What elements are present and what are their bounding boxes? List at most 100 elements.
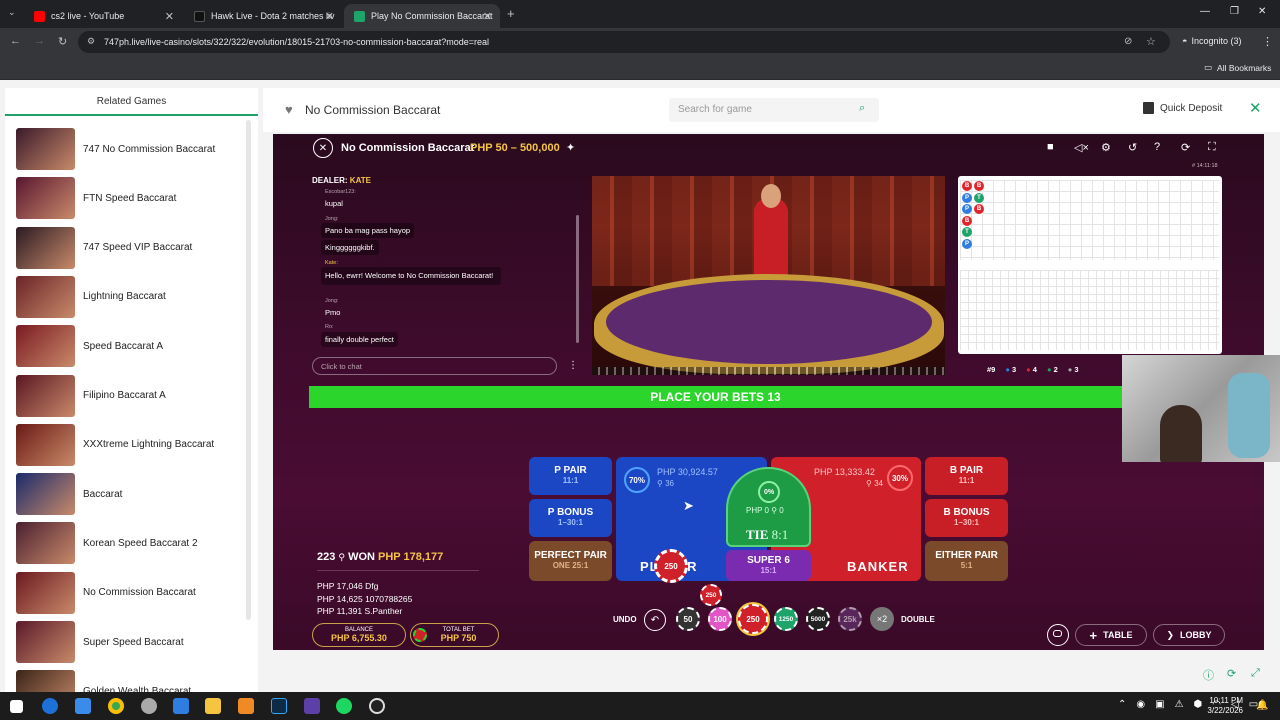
history-icon[interactable]: ↺ — [1128, 141, 1137, 154]
edge-icon[interactable] — [42, 698, 58, 714]
close-game-icon[interactable]: ✕ — [1249, 99, 1262, 117]
chat-toggle-button[interactable] — [1047, 624, 1069, 646]
new-tab-icon[interactable]: + — [507, 6, 515, 21]
refresh-icon[interactable]: ⟳ — [1181, 141, 1190, 154]
chat-menu-icon[interactable]: ⋮ — [568, 360, 578, 371]
bet-odds: 1–30:1 — [954, 518, 979, 527]
tray-app-icon-3[interactable]: ⚠ — [1175, 699, 1184, 710]
lobby-button[interactable]: ❯ LOBBY — [1153, 624, 1225, 646]
related-game-item[interactable]: XXXtreme Lightning Baccarat — [16, 423, 242, 466]
scoreboard[interactable] — [958, 176, 1222, 354]
video-icon[interactable]: ■ — [1047, 141, 1054, 153]
tie-bet[interactable]: 0% PHP 0 ⚲ 0 TIE 8:1 — [726, 467, 811, 547]
file-explorer-icon[interactable] — [205, 698, 221, 714]
app-icon[interactable] — [141, 698, 157, 714]
chat-username: Kate: — [325, 260, 338, 266]
address-bar[interactable]: ⚙ 747ph.live/live-casino/slots/322/322/e… — [78, 31, 1170, 53]
bookmark-star-icon[interactable]: ☆ — [1146, 35, 1156, 48]
close-tab-icon[interactable]: ✕ — [325, 10, 334, 23]
close-tab-icon[interactable]: ✕ — [165, 10, 174, 23]
double-button[interactable]: ×2 — [870, 607, 894, 631]
chat-input[interactable]: Click to chat — [312, 357, 557, 375]
chrome-icon[interactable] — [108, 698, 124, 714]
undo-button[interactable]: ↶ — [644, 609, 666, 631]
notification-bell-icon[interactable]: 🔔 — [1256, 700, 1268, 711]
close-player-icon[interactable]: ✕ — [313, 138, 333, 158]
super-6-bet[interactable]: SUPER 6 15:1 — [726, 550, 811, 581]
mute-icon[interactable]: ◁× — [1074, 141, 1089, 154]
game-thumbnail — [16, 374, 75, 417]
tray-app-icon-2[interactable]: ▣ — [1155, 699, 1164, 710]
stat-banker: ● 4 — [1026, 365, 1037, 374]
info-icon[interactable]: ⓘ — [1203, 667, 1214, 683]
app-icon-2[interactable] — [304, 698, 320, 714]
tab-baccarat[interactable]: Play No Commission Baccarat ✕ — [344, 4, 500, 28]
menu-icon[interactable]: ⋮ — [1262, 35, 1273, 48]
chat-scrollbar[interactable] — [576, 215, 579, 343]
minimize-icon[interactable]: — — [1200, 6, 1210, 17]
related-game-item[interactable]: Baccarat — [16, 473, 242, 516]
tray-chevron-icon[interactable]: ⌃ — [1118, 699, 1126, 710]
tab-youtube[interactable]: cs2 live - YouTube ✕ — [24, 4, 182, 28]
tab-hawk-live[interactable]: Hawk Live - Dota 2 matches liv ✕ — [184, 4, 342, 28]
p-pair-bet[interactable]: P PAIR 11:1 — [529, 457, 612, 495]
incognito-indicator[interactable]: ◓ Incognito (3) — [1182, 36, 1241, 46]
p-bonus-bet[interactable]: P BONUS 1–30:1 — [529, 499, 612, 537]
related-game-item[interactable]: Lightning Baccarat — [16, 275, 242, 318]
close-tab-icon[interactable]: ✕ — [483, 10, 492, 23]
fullscreen-icon[interactable]: ⛶ — [1208, 141, 1216, 154]
favorite-heart-icon[interactable]: ♥ — [285, 102, 293, 117]
related-game-item[interactable]: No Commission Baccarat — [16, 571, 242, 614]
perfect-pair-bet[interactable]: PERFECT PAIR ONE 25:1 — [529, 541, 612, 581]
search-box[interactable]: Search for game ⌕ — [669, 98, 879, 122]
related-game-item[interactable]: 747 No Commission Baccarat — [16, 128, 242, 170]
forward-icon[interactable]: → — [34, 35, 45, 47]
tab-search-icon[interactable]: ⌄ — [8, 7, 16, 18]
related-game-item[interactable]: Filipino Baccarat A — [16, 374, 242, 417]
reload-icon[interactable]: ↻ — [58, 35, 67, 48]
chip-25k[interactable]: 25k — [838, 607, 862, 631]
sublime-icon[interactable] — [238, 698, 254, 714]
related-game-item[interactable]: Super Speed Baccarat — [16, 621, 242, 663]
close-window-icon[interactable]: ✕ — [1258, 6, 1266, 17]
eye-off-icon[interactable]: ⊘ — [1124, 36, 1132, 47]
related-game-item[interactable]: 747 Speed VIP Baccarat — [16, 226, 242, 269]
obs-icon[interactable] — [369, 698, 385, 714]
pin-icon[interactable]: ✦ — [566, 141, 575, 154]
winner-name: Dfg — [365, 581, 379, 591]
settings-gear-icon[interactable]: ⚙ — [1101, 141, 1111, 154]
all-bookmarks[interactable]: ▭ All Bookmarks — [1204, 62, 1271, 73]
chip-250-selected[interactable]: 250 — [738, 604, 768, 634]
chip-100[interactable]: 100 — [708, 607, 732, 631]
quick-deposit-button[interactable]: Quick Deposit — [1143, 102, 1222, 114]
help-icon[interactable]: ? — [1154, 141, 1160, 153]
chip-1250[interactable]: 1250 — [774, 607, 798, 631]
expand-icon[interactable]: ⤢ — [1251, 667, 1260, 680]
search-icon[interactable]: ⌕ — [859, 102, 865, 115]
spotify-icon[interactable] — [336, 698, 352, 714]
back-icon[interactable]: ← — [10, 35, 21, 47]
either-pair-bet[interactable]: EITHER PAIR 5:1 — [925, 541, 1008, 581]
copilot-icon[interactable] — [75, 698, 91, 714]
related-game-item[interactable]: Korean Speed Baccarat 2 — [16, 522, 242, 565]
windows-start-icon[interactable] — [10, 700, 23, 713]
sidebar-scrollbar[interactable] — [246, 120, 251, 620]
taskbar-clock[interactable]: 10:11 PM 3/22/2026 — [1203, 696, 1243, 716]
chip-50[interactable]: 50 — [676, 607, 700, 631]
search-input[interactable]: Search for game — [678, 104, 752, 115]
tray-app-icon[interactable]: ◉ — [1136, 699, 1145, 710]
quick-deposit-label: Quick Deposit — [1160, 102, 1223, 114]
b-pair-bet[interactable]: B PAIR 11:1 — [925, 457, 1008, 495]
related-game-item[interactable]: FTN Speed Baccarat — [16, 177, 242, 220]
table-button[interactable]: + TABLE — [1075, 624, 1147, 646]
b-bonus-bet[interactable]: B BONUS 1–30:1 — [925, 499, 1008, 537]
tray-app-icon-4[interactable]: ⬢ — [1194, 699, 1203, 710]
chip-5000[interactable]: 5000 — [806, 607, 830, 631]
maximize-icon[interactable]: ❐ — [1230, 6, 1239, 17]
related-game-item[interactable]: Speed Baccarat A — [16, 325, 242, 368]
game-name: Speed Baccarat A — [83, 340, 164, 352]
reload-game-icon[interactable]: ⟳ — [1227, 667, 1236, 680]
site-info-icon[interactable]: ⚙ — [87, 36, 95, 47]
photoshop-icon[interactable] — [271, 698, 287, 714]
vscode-icon[interactable] — [173, 698, 189, 714]
